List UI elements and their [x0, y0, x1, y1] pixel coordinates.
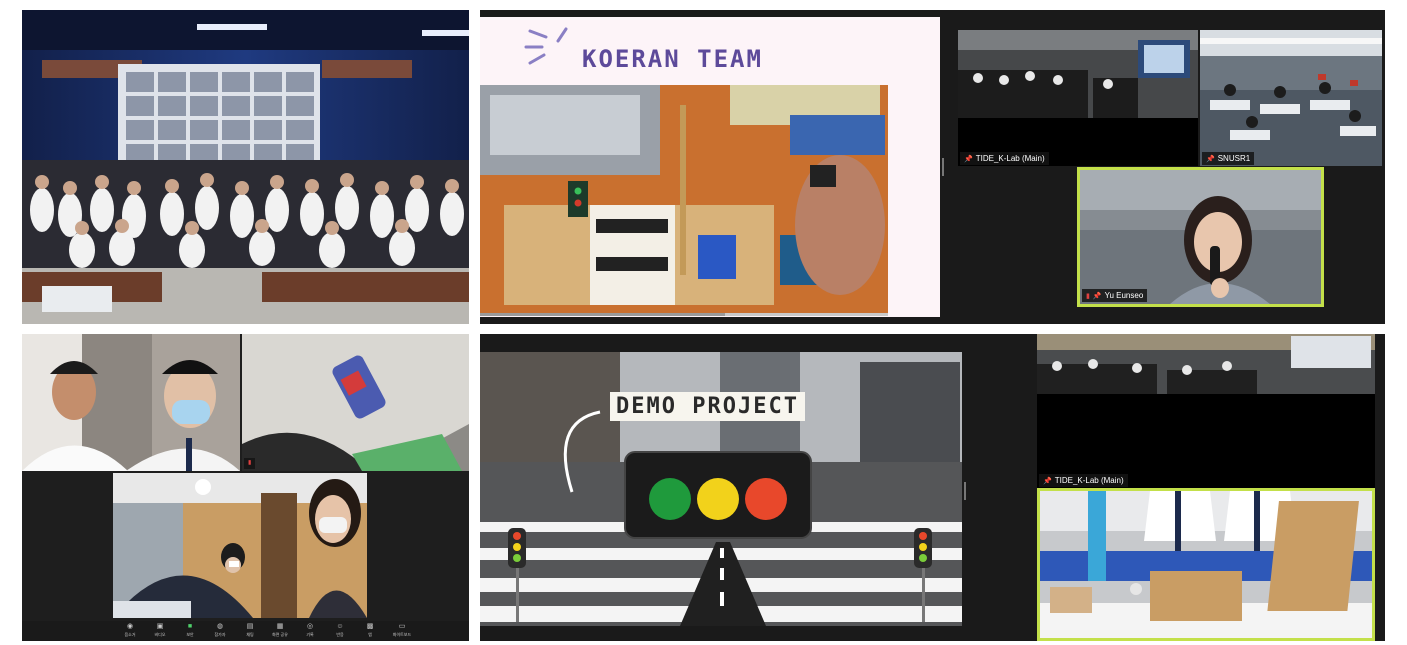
participant-tile[interactable]: 📌 TIDE_K-Lab (Main): [958, 30, 1198, 166]
participant-video: [1037, 334, 1375, 394]
mic-muted-icon: ▮: [248, 460, 252, 466]
video-button[interactable]: ▣ 비디오: [148, 623, 172, 639]
participant-name: TIDE_K-Lab (Main): [1054, 476, 1124, 485]
participant-video: [1080, 170, 1321, 304]
mic-muted-icon: ▮: [1086, 293, 1090, 300]
participant-video: [1040, 491, 1372, 638]
whiteboard-icon: ▭: [398, 623, 406, 630]
participant-tile[interactable]: [113, 473, 367, 618]
shared-slide: DEMO PROJECT: [480, 352, 962, 626]
sparkle-decoration: [524, 27, 568, 65]
participant-name-tag: ▮ 📌 Yu Eunseo: [1082, 289, 1148, 302]
people-icon: ◍: [216, 623, 224, 630]
participants-button[interactable]: ◍ 참가자: [208, 623, 232, 639]
participant-tile[interactable]: [22, 334, 240, 471]
mic-icon: ◉: [126, 623, 134, 630]
auditorium-photo: [22, 10, 469, 324]
participant-name: Yu Eunseo: [1104, 291, 1144, 300]
red-light: [745, 478, 787, 520]
slide-title: DEMO PROJECT: [610, 392, 805, 421]
participant-tile[interactable]: 📌 SNUSR1: [1200, 30, 1382, 166]
toolbar-label: 기록: [306, 632, 314, 637]
participant-tile[interactable]: 📌 TIDE_K-Lab (Main): [1037, 334, 1375, 488]
pin-icon: 📌: [1206, 156, 1215, 163]
pin-icon: 📌: [1043, 478, 1052, 485]
meeting-toolbar: ◉ 음소거 ▣ 비디오 ■ 보안 ◍ 참가자 ▤ 채팅 ▦ 화면 공유 ◎ 기록 ☺ 반응 ▩ 앱…: [22, 621, 469, 641]
apps-icon: ▩: [366, 623, 374, 630]
chat-icon: ▤: [246, 623, 254, 630]
toolbar-label: 보안: [186, 632, 194, 637]
participant-name: TIDE_K-Lab (Main): [975, 154, 1045, 163]
apps-button[interactable]: ▩ 앱: [358, 623, 382, 639]
toolbar-label: 반응: [336, 632, 344, 637]
participant-tile[interactable]: ▮: [242, 334, 469, 471]
participant-name-tag: 📌 TIDE_K-Lab (Main): [1039, 474, 1128, 487]
slide-title: KOERAN TEAM: [582, 45, 763, 73]
active-speaker-tile[interactable]: [1037, 488, 1375, 641]
zoom-meeting-panel-bottom: DEMO PROJECT 📌 TIDE_K-Lab (Main): [480, 334, 1385, 641]
participant-video: [242, 334, 469, 471]
green-light: [649, 478, 691, 520]
whiteboard-button[interactable]: ▭ 화이트보드: [388, 623, 416, 639]
participant-video: [1200, 30, 1382, 166]
toolbar-label: 비디오: [154, 632, 166, 637]
toolbar-label: 음소거: [124, 632, 136, 637]
participant-name: SNUSR1: [1217, 154, 1251, 163]
reactions-button[interactable]: ☺ 반응: [328, 623, 352, 639]
toolbar-label: 화면 공유: [272, 632, 288, 637]
toolbar-label: 앱: [368, 632, 372, 637]
slide-progress-bar: [480, 313, 888, 316]
participant-video: [22, 334, 240, 471]
participant-video: [958, 30, 1198, 118]
record-icon: ◎: [306, 623, 314, 630]
participant-name-tag: ▮: [244, 458, 256, 469]
splitter-handle[interactable]: [942, 158, 944, 176]
crossing-model-photo: [480, 85, 888, 313]
splitter-handle[interactable]: [964, 482, 966, 500]
smile-icon: ☺: [336, 623, 344, 630]
zoom-meeting-panel-bottom-left: ▮ ◉ 음소거 ▣ 비디오 ■ 보안 ◍ 참가자 ▤ 채팅 ▦ 화면 공유 ◎ …: [22, 334, 469, 641]
toolbar-label: 화이트보드: [392, 632, 412, 637]
participant-video: [113, 473, 367, 618]
camera-icon: ▣: [156, 623, 164, 630]
pin-icon: 📌: [964, 156, 973, 163]
share-icon: ▦: [276, 623, 284, 630]
chat-button[interactable]: ▤ 채팅: [238, 623, 262, 639]
pin-icon: 📌: [1092, 293, 1102, 300]
share-screen-button[interactable]: ▦ 화면 공유: [268, 623, 292, 639]
active-speaker-tile[interactable]: ▮ 📌 Yu Eunseo: [1077, 167, 1324, 307]
shared-slide: KOERAN TEAM: [480, 17, 940, 317]
participant-name-tag: 📌 TIDE_K-Lab (Main): [960, 152, 1049, 165]
yellow-light: [697, 478, 739, 520]
zoom-meeting-panel-top: KOERAN TEAM 📌 TIDE_K-Lab (Main) 📌 SNUSR1…: [480, 10, 1385, 324]
security-button[interactable]: ■ 보안: [178, 623, 202, 639]
mute-button[interactable]: ◉ 음소거: [118, 623, 142, 639]
group-photo-panel: [22, 10, 469, 324]
toolbar-label: 채팅: [246, 632, 254, 637]
participant-name-tag: 📌 SNUSR1: [1202, 152, 1255, 165]
record-button[interactable]: ◎ 기록: [298, 623, 322, 639]
toolbar-label: 참가자: [214, 632, 226, 637]
toolbar-buttons: ◉ 음소거 ▣ 비디오 ■ 보안 ◍ 참가자 ▤ 채팅 ▦ 화면 공유 ◎ 기록 ☺ 반응 ▩ 앱…: [118, 623, 416, 639]
shield-icon: ■: [187, 623, 193, 630]
